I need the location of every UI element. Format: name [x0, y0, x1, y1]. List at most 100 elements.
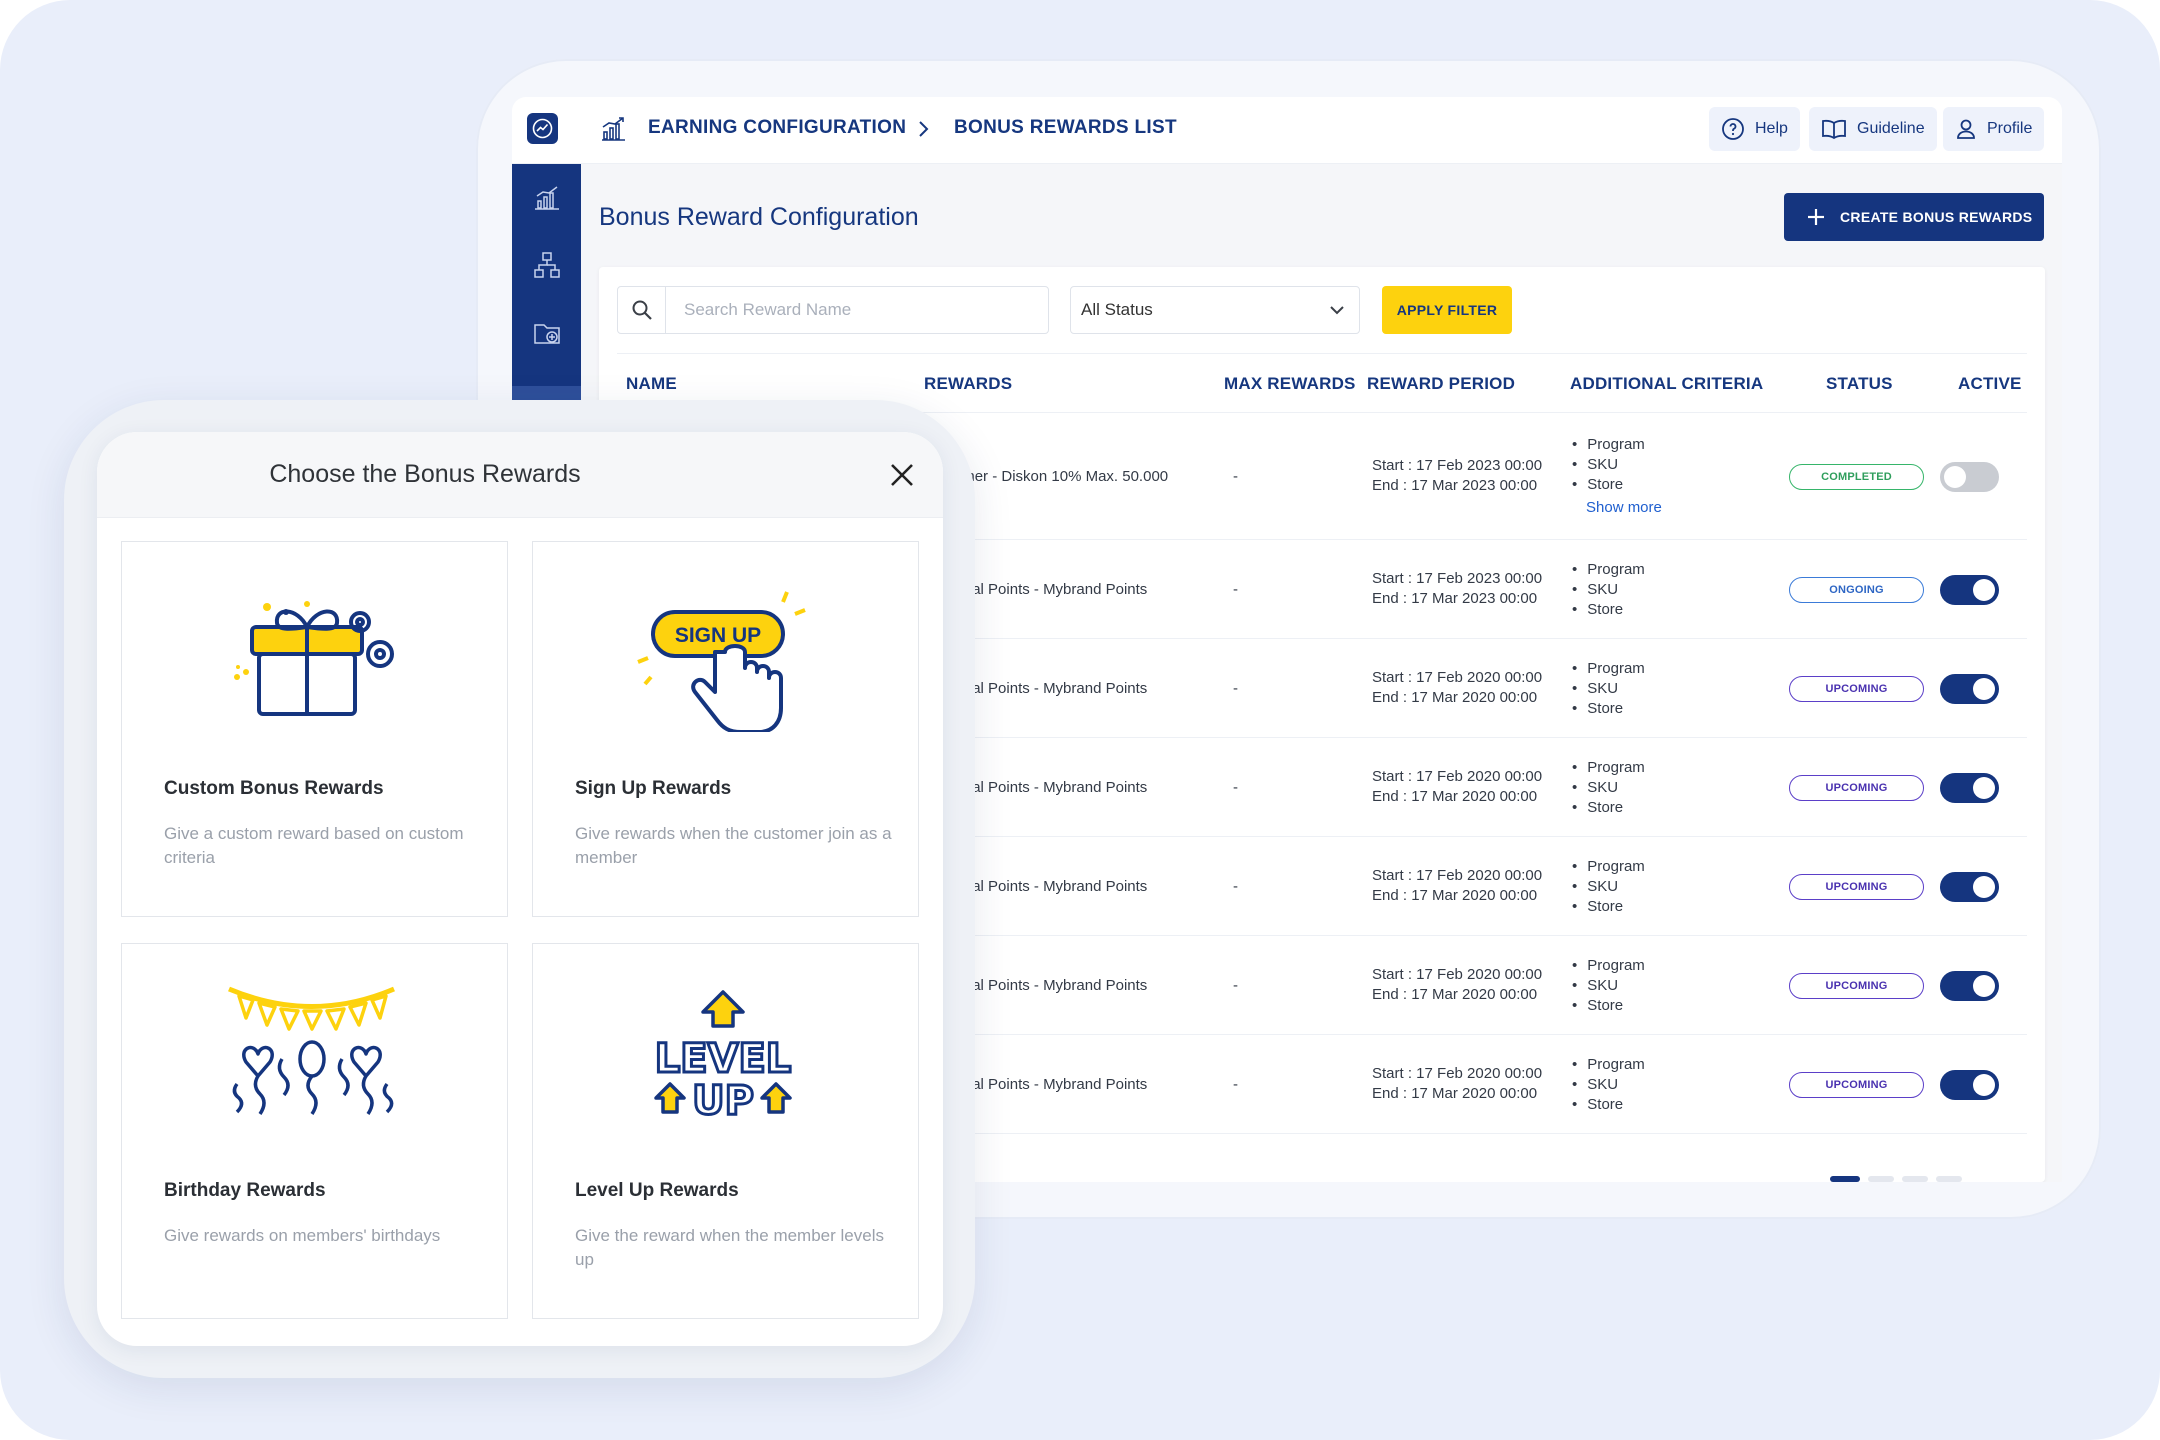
criteria-item: SKU	[1572, 455, 1662, 475]
active-toggle[interactable]	[1940, 970, 1999, 1001]
active-toggle[interactable]	[1940, 574, 1999, 605]
criteria-item: Store	[1572, 475, 1662, 495]
criteria-item: SKU	[1572, 877, 1645, 897]
birthday-balloons-icon	[228, 986, 395, 1115]
toggle-knob	[1973, 1073, 1995, 1096]
criteria-item: Store	[1572, 600, 1645, 620]
active-toggle[interactable]	[1940, 871, 1999, 902]
criteria-item: Program	[1572, 857, 1645, 877]
max-rewards-cell: -	[1233, 778, 1238, 796]
max-rewards-cell: -	[1233, 1075, 1238, 1093]
max-rewards-cell: -	[1233, 877, 1238, 895]
period-start: Start : 17 Feb 2020 00:00	[1372, 668, 1543, 686]
option-level-up-rewards[interactable]: LEVEL UP Level Up Rewards Give the rewar…	[532, 943, 919, 1319]
pagination-dot-active[interactable]	[1830, 1176, 1860, 1182]
chevron-down-icon	[1330, 306, 1344, 315]
close-icon[interactable]	[887, 460, 917, 490]
option-birthday-rewards[interactable]: Birthday Rewards Give rewards on members…	[121, 943, 508, 1319]
option-description: Give rewards on members' birthdays	[164, 1226, 441, 1245]
column-header-rewards[interactable]: REWARDS	[924, 374, 1012, 394]
pagination-dot[interactable]	[1868, 1176, 1894, 1182]
criteria-item: Store	[1572, 897, 1645, 917]
option-title: Custom Bonus Rewards	[164, 778, 384, 799]
guideline-button[interactable]: Guideline	[1809, 107, 1937, 151]
status-badge: COMPLETED	[1789, 463, 1924, 490]
toggle-knob	[1973, 974, 1995, 997]
help-button[interactable]: Help	[1709, 107, 1800, 151]
column-header-reward-period[interactable]: REWARD PERIOD	[1367, 374, 1515, 394]
modal-header: Choose the Bonus Rewards	[97, 432, 943, 518]
active-toggle[interactable]	[1940, 772, 1999, 803]
up-art-text: UP	[692, 1078, 754, 1124]
active-toggle[interactable]	[1940, 1069, 1999, 1100]
sidebar-item-hierarchy-icon[interactable]	[532, 250, 562, 280]
period-end: End : 17 Mar 2020 00:00	[1372, 985, 1538, 1003]
column-header-active[interactable]: ACTIVE	[1958, 374, 2022, 394]
breadcrumb-bonus-rewards-list[interactable]: BONUS REWARDS LIST	[954, 117, 1177, 139]
toggle-knob	[1973, 875, 1995, 898]
active-toggle[interactable]	[1940, 673, 1999, 704]
status-dropdown[interactable]: All Status	[1070, 286, 1360, 334]
criteria-list: ProgramSKUStore	[1572, 956, 1645, 1016]
help-label: Help	[1755, 120, 1788, 137]
breadcrumb-earning-configuration[interactable]: EARNING CONFIGURATION	[648, 117, 906, 139]
option-sign-up-rewards[interactable]: SIGN UP Sign Up Rewards Give rewards whe…	[532, 541, 919, 917]
criteria-item: Program	[1572, 659, 1645, 679]
column-header-status[interactable]: STATUS	[1826, 374, 1893, 394]
max-rewards-cell: -	[1233, 467, 1238, 485]
earning-chart-icon	[602, 117, 625, 141]
period-end: End : 17 Mar 2020 00:00	[1372, 1084, 1538, 1102]
pagination-dot[interactable]	[1902, 1176, 1928, 1182]
guideline-label: Guideline	[1857, 120, 1925, 137]
status-badge: UPCOMING	[1789, 1071, 1924, 1098]
period-start: Start : 17 Feb 2020 00:00	[1372, 1064, 1543, 1082]
criteria-item: Program	[1572, 956, 1645, 976]
criteria-list: ProgramSKUStore	[1572, 659, 1645, 719]
show-more-link[interactable]: Show more	[1586, 498, 1662, 518]
criteria-item: Program	[1572, 435, 1662, 455]
modal-title: Choose the Bonus Rewards	[269, 460, 581, 488]
criteria-item: Store	[1572, 798, 1645, 818]
period-end: End : 17 Mar 2023 00:00	[1372, 589, 1538, 607]
sidebar-item-folder-icon[interactable]	[532, 318, 562, 348]
option-title: Birthday Rewards	[164, 1180, 326, 1201]
page-title: Bonus Reward Configuration	[599, 203, 919, 231]
period-start: Start : 17 Feb 2023 00:00	[1372, 569, 1543, 587]
apply-filter-button[interactable]: APPLY FILTER	[1382, 286, 1512, 334]
create-bonus-rewards-button[interactable]: CREATE BONUS REWARDS	[1784, 193, 2044, 241]
criteria-item: Program	[1572, 758, 1645, 778]
max-rewards-cell: -	[1233, 580, 1238, 598]
criteria-item: Store	[1572, 996, 1645, 1016]
option-custom-bonus-rewards[interactable]: Custom Bonus Rewards Give a custom rewar…	[121, 541, 508, 917]
column-header-max-rewards[interactable]: MAX REWARDS	[1224, 374, 1356, 394]
search-icon	[632, 300, 652, 320]
search-icon-box	[618, 287, 666, 333]
user-icon	[1957, 119, 1975, 139]
period-start: Start : 17 Feb 2020 00:00	[1372, 965, 1543, 983]
status-badge: UPCOMING	[1789, 774, 1924, 801]
pagination-dot[interactable]	[1936, 1176, 1962, 1182]
max-rewards-cell: -	[1233, 976, 1238, 994]
period-end: End : 17 Mar 2020 00:00	[1372, 886, 1538, 904]
sidebar-item-analytics-icon[interactable]	[532, 182, 562, 212]
sign-up-art-text: SIGN UP	[675, 624, 761, 647]
option-description: Give rewards when the customer join as a…	[575, 824, 892, 867]
max-rewards-cell: -	[1233, 679, 1238, 697]
criteria-list: ProgramSKUStore	[1572, 857, 1645, 917]
search-input[interactable]	[666, 287, 1046, 333]
period-start: Start : 17 Feb 2020 00:00	[1372, 767, 1543, 785]
profile-button[interactable]: Profile	[1943, 107, 2045, 151]
criteria-list: ProgramSKUStore	[1572, 560, 1645, 620]
criteria-item: Program	[1572, 1055, 1645, 1075]
column-header-name[interactable]: NAME	[626, 374, 677, 394]
criteria-list: ProgramSKUStore	[1572, 758, 1645, 818]
level-art-text: LEVEL	[655, 1036, 792, 1082]
criteria-item: Store	[1572, 699, 1645, 719]
criteria-list: ProgramSKUStore	[1572, 1055, 1645, 1115]
column-header-additional-criteria[interactable]: ADDITIONAL CRITERIA	[1570, 374, 1763, 394]
app-logo-icon[interactable]	[527, 113, 558, 144]
chevron-right-icon	[919, 121, 929, 137]
status-badge: UPCOMING	[1789, 972, 1924, 999]
status-badge: UPCOMING	[1789, 873, 1924, 900]
active-toggle[interactable]	[1940, 461, 1999, 492]
